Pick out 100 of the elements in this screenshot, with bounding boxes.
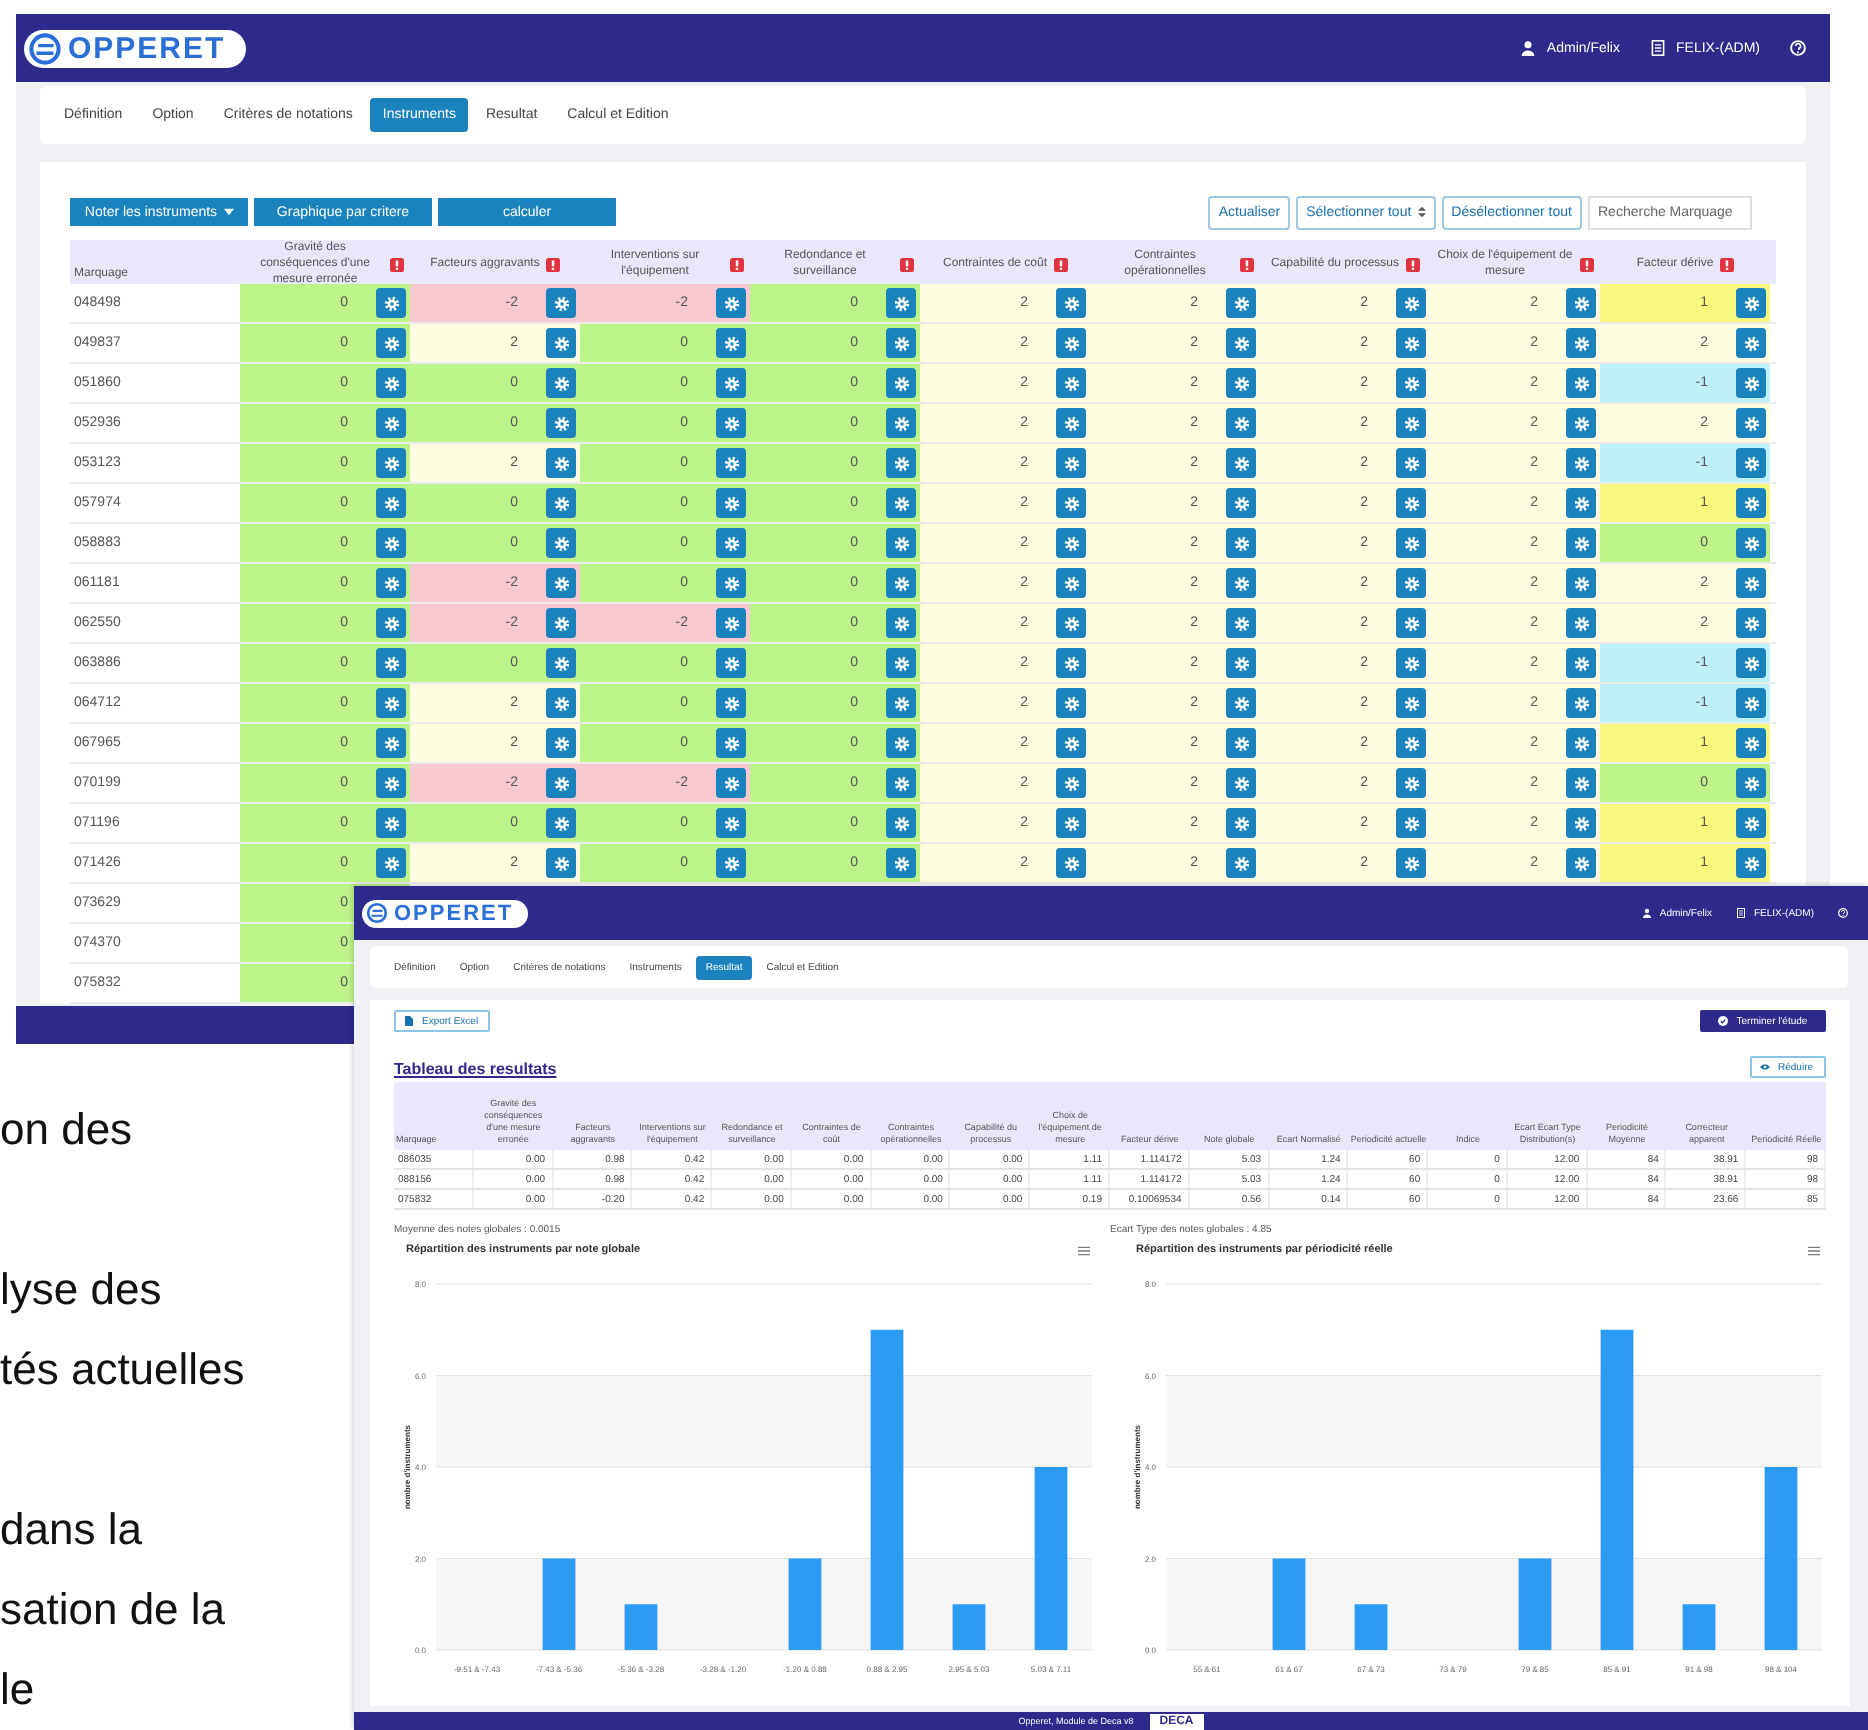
settings-button[interactable]: [716, 288, 746, 318]
settings-button[interactable]: [1056, 488, 1086, 518]
settings-button[interactable]: [1566, 728, 1596, 758]
settings-button[interactable]: [1056, 688, 1086, 718]
settings-button[interactable]: [376, 608, 406, 638]
settings-button[interactable]: [546, 688, 576, 718]
settings-button[interactable]: [376, 448, 406, 478]
settings-button[interactable]: [1736, 368, 1766, 398]
settings-button[interactable]: [886, 608, 916, 638]
settings-button[interactable]: [1736, 848, 1766, 878]
help-icon[interactable]: [1838, 908, 1848, 918]
settings-button[interactable]: [1056, 408, 1086, 438]
settings-button[interactable]: [1566, 808, 1596, 838]
settings-button[interactable]: [1396, 408, 1426, 438]
settings-button[interactable]: [1226, 648, 1256, 678]
settings-button[interactable]: [1566, 328, 1596, 358]
settings-button[interactable]: [716, 568, 746, 598]
settings-button[interactable]: [546, 848, 576, 878]
settings-button[interactable]: [1566, 648, 1596, 678]
settings-button[interactable]: [546, 648, 576, 678]
settings-button[interactable]: [1056, 768, 1086, 798]
settings-button[interactable]: [376, 808, 406, 838]
settings-button[interactable]: [1566, 848, 1596, 878]
settings-button[interactable]: [546, 368, 576, 398]
settings-button[interactable]: [1736, 688, 1766, 718]
settings-button[interactable]: [1226, 568, 1256, 598]
settings-button[interactable]: [376, 688, 406, 718]
settings-button[interactable]: [1736, 648, 1766, 678]
settings-button[interactable]: [1226, 488, 1256, 518]
settings-button[interactable]: [1566, 288, 1596, 318]
settings-button[interactable]: [1566, 528, 1596, 558]
settings-button[interactable]: [716, 648, 746, 678]
settings-button[interactable]: [1396, 328, 1426, 358]
settings-button[interactable]: [1566, 448, 1596, 478]
settings-button[interactable]: [1396, 568, 1426, 598]
settings-button[interactable]: [1056, 448, 1086, 478]
settings-button[interactable]: [1226, 848, 1256, 878]
settings-button[interactable]: [1396, 528, 1426, 558]
settings-button[interactable]: [1736, 408, 1766, 438]
settings-button[interactable]: [886, 368, 916, 398]
settings-button[interactable]: [886, 808, 916, 838]
settings-button[interactable]: [1396, 288, 1426, 318]
settings-button[interactable]: [1396, 688, 1426, 718]
settings-button[interactable]: [1226, 688, 1256, 718]
settings-button[interactable]: [1056, 368, 1086, 398]
settings-button[interactable]: [1396, 368, 1426, 398]
settings-button[interactable]: [1056, 288, 1086, 318]
settings-button[interactable]: [1226, 728, 1256, 758]
settings-button[interactable]: [376, 848, 406, 878]
settings-button[interactable]: [886, 648, 916, 678]
settings-button[interactable]: [1226, 808, 1256, 838]
settings-button[interactable]: [376, 728, 406, 758]
settings-button[interactable]: [886, 448, 916, 478]
settings-button[interactable]: [886, 488, 916, 518]
settings-button[interactable]: [716, 768, 746, 798]
settings-button[interactable]: [1226, 528, 1256, 558]
settings-button[interactable]: [886, 688, 916, 718]
settings-button[interactable]: [1566, 488, 1596, 518]
settings-button[interactable]: [546, 328, 576, 358]
settings-button[interactable]: [1736, 808, 1766, 838]
settings-button[interactable]: [1396, 848, 1426, 878]
settings-button[interactable]: [716, 688, 746, 718]
settings-button[interactable]: [1566, 608, 1596, 638]
settings-button[interactable]: [886, 848, 916, 878]
settings-button[interactable]: [716, 608, 746, 638]
settings-button[interactable]: [716, 368, 746, 398]
settings-button[interactable]: [1566, 688, 1596, 718]
settings-button[interactable]: [886, 288, 916, 318]
settings-button[interactable]: [1056, 608, 1086, 638]
settings-button[interactable]: [546, 528, 576, 558]
settings-button[interactable]: [1056, 808, 1086, 838]
settings-button[interactable]: [546, 808, 576, 838]
settings-button[interactable]: [1396, 728, 1426, 758]
settings-button[interactable]: [1566, 408, 1596, 438]
settings-button[interactable]: [716, 848, 746, 878]
settings-button[interactable]: [546, 728, 576, 758]
settings-button[interactable]: [886, 728, 916, 758]
settings-button[interactable]: [716, 728, 746, 758]
settings-button[interactable]: [376, 488, 406, 518]
settings-button[interactable]: [1226, 768, 1256, 798]
settings-button[interactable]: [1226, 368, 1256, 398]
settings-button[interactable]: [1396, 648, 1426, 678]
settings-button[interactable]: [1396, 608, 1426, 638]
settings-button[interactable]: [1736, 768, 1766, 798]
settings-button[interactable]: [1736, 488, 1766, 518]
settings-button[interactable]: [1736, 568, 1766, 598]
settings-button[interactable]: [1226, 408, 1256, 438]
settings-button[interactable]: [886, 528, 916, 558]
settings-button[interactable]: [886, 408, 916, 438]
settings-button[interactable]: [1226, 328, 1256, 358]
settings-button[interactable]: [1056, 568, 1086, 598]
settings-button[interactable]: [1736, 728, 1766, 758]
settings-button[interactable]: [1056, 528, 1086, 558]
settings-button[interactable]: [546, 568, 576, 598]
menu-icon[interactable]: [1808, 1245, 1820, 1255]
settings-button[interactable]: [1056, 648, 1086, 678]
settings-button[interactable]: [376, 528, 406, 558]
menu-icon[interactable]: [1078, 1245, 1090, 1255]
settings-button[interactable]: [546, 608, 576, 638]
settings-button[interactable]: [546, 488, 576, 518]
